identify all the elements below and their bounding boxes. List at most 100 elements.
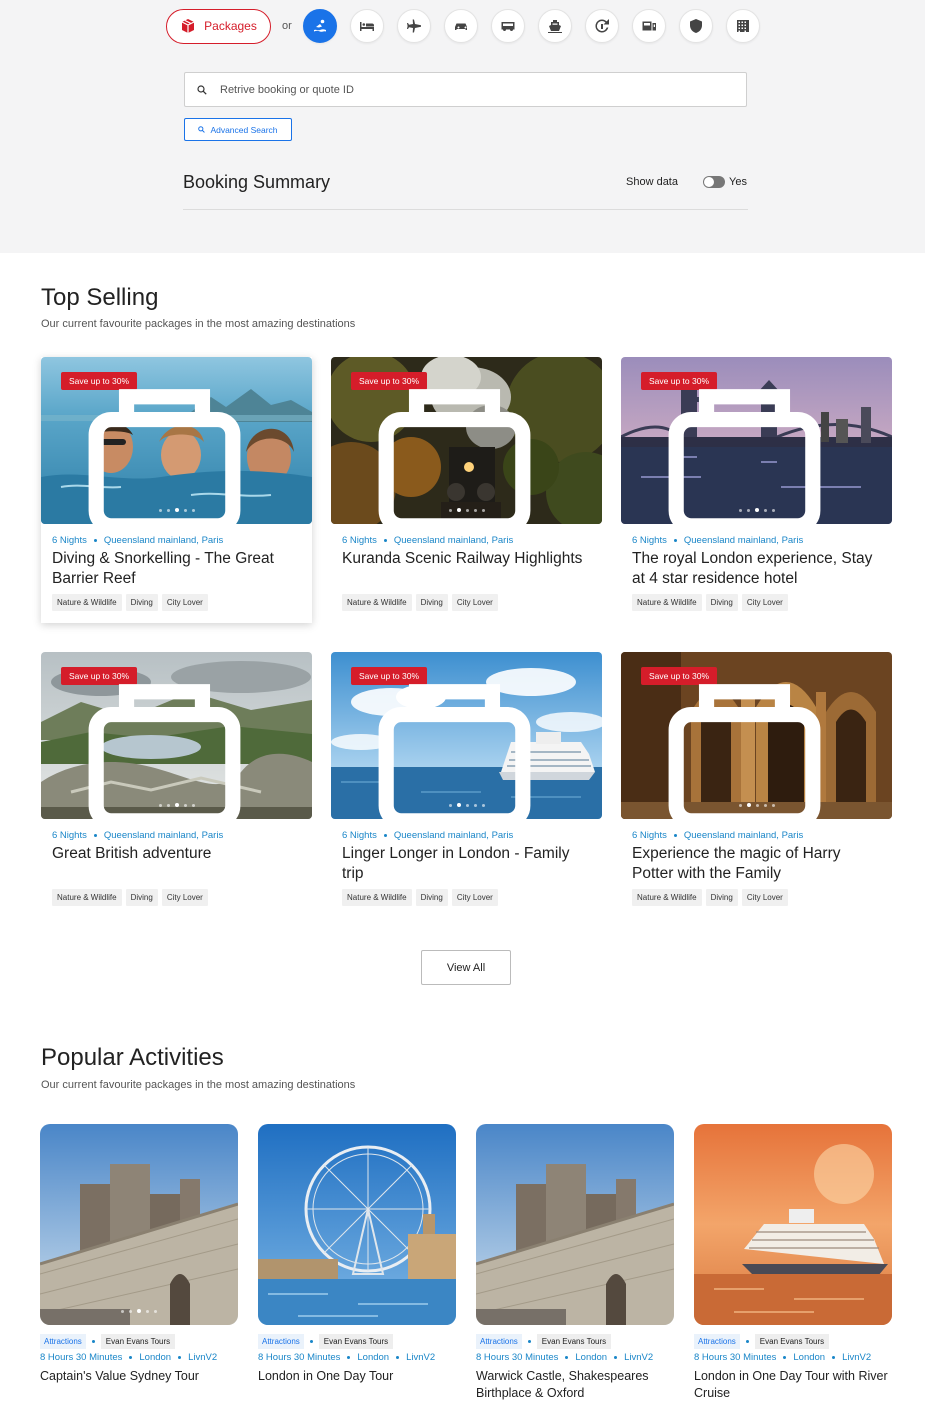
category-tag: Attractions xyxy=(694,1334,740,1349)
rail-icon xyxy=(642,21,656,31)
package-name[interactable]: Great British adventure xyxy=(52,844,302,864)
nights-label: 6 Nights xyxy=(342,535,377,546)
package-card[interactable]: Save up to 30% 6 Nights Queensland mainl… xyxy=(41,357,312,623)
package-card[interactable]: Save up to 30% 6 Nights Queensland mainl… xyxy=(331,652,602,918)
category-tag: Attractions xyxy=(40,1334,86,1349)
category-cruise[interactable] xyxy=(537,9,572,43)
category-transfer[interactable] xyxy=(584,9,619,43)
advanced-search-button[interactable]: Advanced Search xyxy=(184,118,292,141)
package-name[interactable]: The royal London experience, Stay at 4 s… xyxy=(632,549,882,589)
bookmark-icon[interactable] xyxy=(331,669,590,819)
tag: Nature & Wildlife xyxy=(52,594,122,611)
package-name[interactable]: Kuranda Scenic Railway Highlights xyxy=(342,549,592,569)
category-rail[interactable] xyxy=(631,9,666,43)
city-label: London xyxy=(357,1352,390,1363)
activity-tags: Attractions Evan Evans Tours xyxy=(694,1334,830,1349)
nights-label: 6 Nights xyxy=(52,535,87,546)
package-card[interactable]: Save up to 30% 6 Nights Queensland mainl… xyxy=(621,357,892,623)
activity-image-castle xyxy=(476,1124,674,1325)
package-name[interactable]: Experience the magic of Harry Potter wit… xyxy=(632,844,882,884)
operator-tag: Evan Evans Tours xyxy=(754,1334,830,1349)
location-label: Queensland mainland, Paris xyxy=(393,830,514,841)
tag-list: Nature & Wildlife Diving City Lover xyxy=(632,594,788,611)
hotel-icon xyxy=(359,22,374,31)
activity-card[interactable]: Attractions Evan Evans Tours 8 Hours 30 … xyxy=(476,1124,674,1409)
popular-activities-subtitle: Our current favourite packages in the mo… xyxy=(41,1079,356,1091)
show-data-toggle[interactable] xyxy=(703,176,725,188)
carousel-dots[interactable] xyxy=(121,1309,157,1313)
tag: Nature & Wildlife xyxy=(52,889,122,906)
tag: City Lover xyxy=(161,889,208,906)
category-car[interactable] xyxy=(443,9,478,43)
activity-card[interactable]: Attractions Evan Evans Tours 8 Hours 30 … xyxy=(258,1124,456,1409)
tag-list: Nature & Wildlife Diving City Lover xyxy=(342,889,498,906)
nights-label: 6 Nights xyxy=(52,830,87,841)
package-image-lake-hills: Save up to 30% xyxy=(41,652,312,819)
package-meta: 6 Nights Queensland mainland, Paris xyxy=(342,830,513,841)
package-card[interactable]: Save up to 30% 6 Nights Queensland mainl… xyxy=(41,652,312,918)
tag-list: Nature & Wildlife Diving City Lover xyxy=(342,594,498,611)
category-insurance[interactable] xyxy=(678,9,713,43)
operator-tag: Evan Evans Tours xyxy=(536,1334,612,1349)
bookmark-icon[interactable] xyxy=(331,374,590,524)
toggle-state-label: Yes xyxy=(729,176,747,188)
activity-image-sunset-cruise xyxy=(694,1124,892,1325)
tag: Nature & Wildlife xyxy=(342,889,412,906)
activity-name[interactable]: Captain's Value Sydney Tour xyxy=(40,1368,238,1385)
activities-icon xyxy=(313,19,326,32)
tag: City Lover xyxy=(741,889,788,906)
package-meta: 6 Nights Queensland mainland, Paris xyxy=(52,830,223,841)
package-name[interactable]: Linger Longer in London - Family trip xyxy=(342,844,592,884)
carousel-dots[interactable] xyxy=(158,508,195,512)
tag: Nature & Wildlife xyxy=(632,594,702,611)
package-card[interactable]: Save up to 30% 6 Nights Queensland mainl… xyxy=(331,357,602,623)
bookmark-icon[interactable] xyxy=(41,374,300,524)
tag: Diving xyxy=(415,889,448,906)
package-image-steam-train: Save up to 30% xyxy=(331,357,602,524)
advanced-search-label: Advanced Search xyxy=(210,124,278,135)
category-flight[interactable] xyxy=(396,9,431,43)
category-bus[interactable] xyxy=(490,9,525,43)
operator-tag: Evan Evans Tours xyxy=(318,1334,394,1349)
package-card[interactable]: Save up to 30% 6 Nights Queensland mainl… xyxy=(621,652,892,918)
source-label: LivnV2 xyxy=(406,1352,436,1363)
category-hotel[interactable] xyxy=(349,9,384,43)
packages-button[interactable]: Packages xyxy=(166,8,271,44)
package-name[interactable]: Diving & Snorkelling - The Great Barrier… xyxy=(52,549,302,589)
insurance-icon xyxy=(689,19,702,33)
package-box-icon xyxy=(181,19,195,33)
show-data-label: Show data xyxy=(626,176,678,188)
duration-label: 8 Hours 30 Minutes xyxy=(476,1352,559,1363)
category-activities[interactable] xyxy=(302,9,337,43)
search-icon xyxy=(198,126,206,133)
package-image-tower-bridge: Save up to 30% xyxy=(621,357,892,524)
carousel-dots[interactable] xyxy=(738,508,775,512)
carousel-dots[interactable] xyxy=(158,803,195,807)
activity-name[interactable]: London in One Day Tour with River Cruise xyxy=(694,1368,892,1402)
view-all-button[interactable]: View All xyxy=(421,950,511,985)
bookmark-icon[interactable] xyxy=(621,669,880,819)
transfer-icon xyxy=(595,19,609,33)
carousel-dots[interactable] xyxy=(448,508,485,512)
bookmark-icon[interactable] xyxy=(41,669,300,819)
booking-id-input[interactable] xyxy=(220,83,720,96)
category-tag: Attractions xyxy=(476,1334,522,1349)
category-tag: Attractions xyxy=(258,1334,304,1349)
package-image-swimmers: Save up to 30% xyxy=(41,357,312,524)
tag: Nature & Wildlife xyxy=(632,889,702,906)
activity-card[interactable]: Attractions Evan Evans Tours 8 Hours 30 … xyxy=(40,1124,238,1409)
activity-name[interactable]: Warwick Castle, Shakespeares Birthplace … xyxy=(476,1368,674,1402)
nights-label: 6 Nights xyxy=(342,830,377,841)
category-other[interactable] xyxy=(725,9,760,43)
tag: Diving xyxy=(705,594,738,611)
tag: Diving xyxy=(125,594,158,611)
activity-name[interactable]: London in One Day Tour xyxy=(258,1368,456,1385)
carousel-dots[interactable] xyxy=(738,803,775,807)
location-label: Queensland mainland, Paris xyxy=(683,830,804,841)
activity-card[interactable]: Attractions Evan Evans Tours 8 Hours 30 … xyxy=(694,1124,892,1409)
activity-meta: 8 Hours 30 Minutes London LivnV2 xyxy=(40,1352,217,1363)
carousel-dots[interactable] xyxy=(448,803,485,807)
bookmark-icon[interactable] xyxy=(621,374,880,524)
booking-search-field[interactable] xyxy=(184,72,747,107)
car-icon xyxy=(454,23,467,30)
